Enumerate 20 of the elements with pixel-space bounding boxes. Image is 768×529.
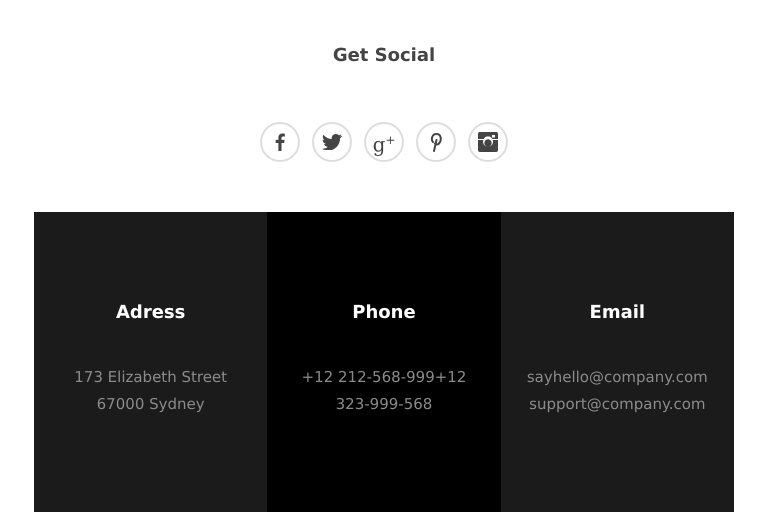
camera-icon bbox=[478, 132, 498, 152]
facebook-icon bbox=[275, 133, 285, 151]
contact-line: 323-999-568 bbox=[336, 394, 432, 415]
contact-line: 67000 Sydney bbox=[96, 394, 205, 415]
contact-line: sayhello@company.com bbox=[526, 367, 708, 388]
google-plus-icon: g$^{+}$ bbox=[372, 130, 396, 154]
contact-heading: Email bbox=[590, 302, 646, 324]
contact-line: +12 212-568-999+12 bbox=[302, 367, 466, 388]
contact-line: 173 Elizabeth Street bbox=[74, 367, 228, 388]
bird-icon bbox=[322, 134, 342, 150]
social-button[interactable] bbox=[416, 122, 456, 162]
pinterest-icon bbox=[429, 132, 443, 152]
social-button[interactable] bbox=[468, 122, 508, 162]
section-title: Get Social bbox=[332, 44, 436, 67]
social-button[interactable] bbox=[312, 122, 352, 162]
contact-line: support@company.com bbox=[529, 394, 706, 415]
social-button[interactable] bbox=[260, 122, 300, 162]
social-button[interactable]: g$^{+}$ bbox=[364, 122, 404, 162]
contact-heading: Adress bbox=[116, 302, 186, 324]
contact-heading: Phone bbox=[352, 302, 416, 324]
